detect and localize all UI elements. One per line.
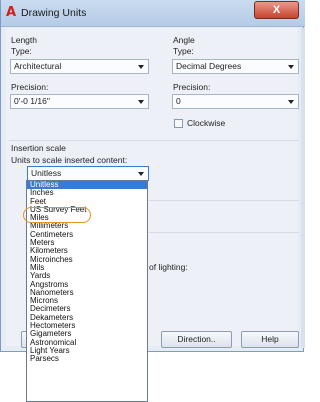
angle-type-value: Decimal Degrees xyxy=(176,61,242,71)
angle-precision-value: 0 xyxy=(176,96,181,106)
chevron-down-icon xyxy=(138,172,144,176)
angle-precision-label: Precision: xyxy=(173,82,211,92)
group-divider xyxy=(149,232,299,233)
lighting-label: of lighting: xyxy=(149,262,188,272)
insertion-scale-sublabel: Units to scale inserted content: xyxy=(11,155,128,165)
dropdown-option[interactable]: Parsecs xyxy=(27,354,147,363)
length-type-select[interactable]: Architectural xyxy=(10,59,149,74)
direction-button[interactable]: Direction.. xyxy=(161,331,232,348)
clockwise-checkbox[interactable] xyxy=(174,119,183,128)
length-type-value: Architectural xyxy=(14,61,62,71)
chevron-down-icon xyxy=(138,100,144,104)
autocad-logo-icon: A xyxy=(6,5,17,20)
length-precision-value: 0'-0 1/16" xyxy=(14,96,50,106)
title-bar: A Drawing Units X xyxy=(1,0,305,27)
length-heading: Length xyxy=(11,35,37,45)
insertion-scale-heading: Insertion scale xyxy=(11,143,66,153)
angle-type-label: Type: xyxy=(173,46,194,56)
close-button[interactable]: X xyxy=(254,1,299,19)
insertion-units-value: Unitless xyxy=(31,168,62,178)
angle-type-select[interactable]: Decimal Degrees xyxy=(172,59,299,74)
length-type-label: Type: xyxy=(11,46,32,56)
help-button[interactable]: Help xyxy=(241,331,299,348)
length-precision-label: Precision: xyxy=(11,82,49,92)
dialog-title: Drawing Units xyxy=(21,7,87,19)
chevron-down-icon xyxy=(288,100,294,104)
angle-heading: Angle xyxy=(173,35,195,45)
insertion-units-select[interactable]: Unitless xyxy=(27,166,149,181)
highlight-annotation xyxy=(23,207,91,223)
chevron-down-icon xyxy=(138,65,144,69)
length-precision-select[interactable]: 0'-0 1/16" xyxy=(10,94,149,109)
angle-precision-select[interactable]: 0 xyxy=(172,94,299,109)
clockwise-label: Clockwise xyxy=(187,118,226,128)
group-divider xyxy=(149,200,299,201)
group-divider xyxy=(9,140,299,141)
chevron-down-icon xyxy=(288,65,294,69)
window-edge xyxy=(301,28,305,348)
dropdown-option[interactable]: Microinches xyxy=(27,255,147,264)
